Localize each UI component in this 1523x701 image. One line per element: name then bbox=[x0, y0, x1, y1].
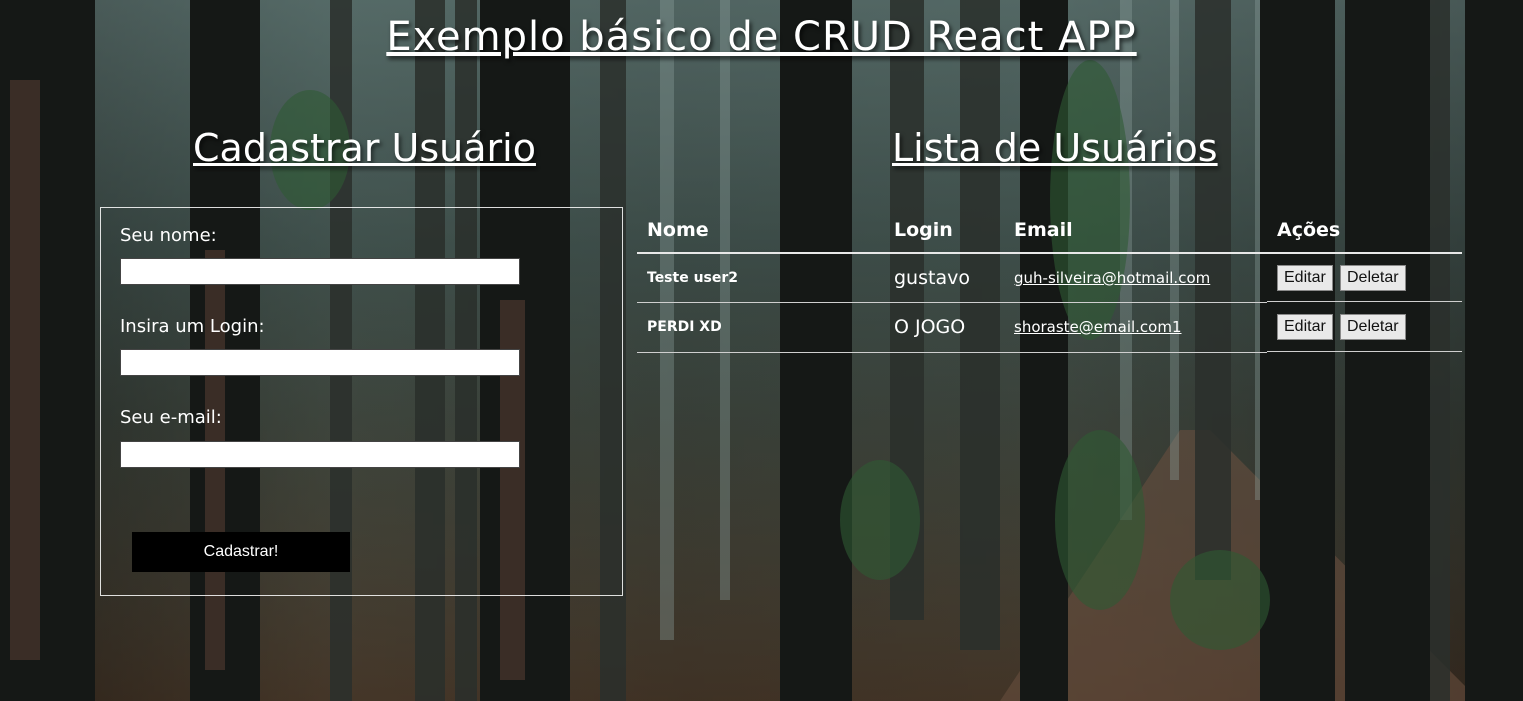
row-1-email-link[interactable]: guh-silveira@hotmail.com bbox=[1014, 269, 1210, 287]
register-user-form: Seu nome: Insira um Login: Seu e-mail: C… bbox=[100, 207, 623, 596]
header-divider bbox=[637, 252, 1462, 254]
row-2-delete-button[interactable]: Deletar bbox=[1340, 314, 1406, 340]
list-heading: Lista de Usuários bbox=[892, 126, 1218, 170]
email-input[interactable] bbox=[120, 441, 520, 468]
name-input[interactable] bbox=[120, 258, 520, 285]
column-header-login: Login bbox=[894, 219, 953, 241]
row-1-edit-button[interactable]: Editar bbox=[1277, 265, 1333, 291]
row-1-name: Teste user2 bbox=[647, 270, 739, 286]
row-2-divider bbox=[637, 352, 1267, 353]
login-input[interactable] bbox=[120, 349, 520, 376]
submit-button[interactable]: Cadastrar! bbox=[132, 532, 350, 572]
email-label: Seu e-mail: bbox=[120, 407, 222, 428]
login-label: Insira um Login: bbox=[120, 316, 265, 337]
row-2-name: PERDI XD bbox=[647, 319, 722, 335]
row-1-delete-button[interactable]: Deletar bbox=[1340, 265, 1406, 291]
row-2-email-link[interactable]: shoraste@email.com1 bbox=[1014, 318, 1182, 336]
row-1-login: gustavo bbox=[894, 267, 970, 289]
row-1-divider bbox=[637, 302, 1267, 303]
page-title: Exemplo básico de CRUD React APP bbox=[386, 14, 1137, 60]
row-2-edit-button[interactable]: Editar bbox=[1277, 314, 1333, 340]
row-2-login: O JOGO bbox=[894, 316, 966, 338]
column-header-actions: Ações bbox=[1277, 219, 1341, 241]
row-2-divider-actions bbox=[1267, 351, 1462, 352]
app-root: Exemplo básico de CRUD React APP Cadastr… bbox=[0, 0, 1523, 701]
column-header-name: Nome bbox=[647, 219, 709, 241]
name-label: Seu nome: bbox=[120, 225, 217, 246]
form-heading: Cadastrar Usuário bbox=[193, 126, 536, 170]
row-1-divider-actions bbox=[1267, 301, 1462, 302]
column-header-email: Email bbox=[1014, 219, 1073, 241]
